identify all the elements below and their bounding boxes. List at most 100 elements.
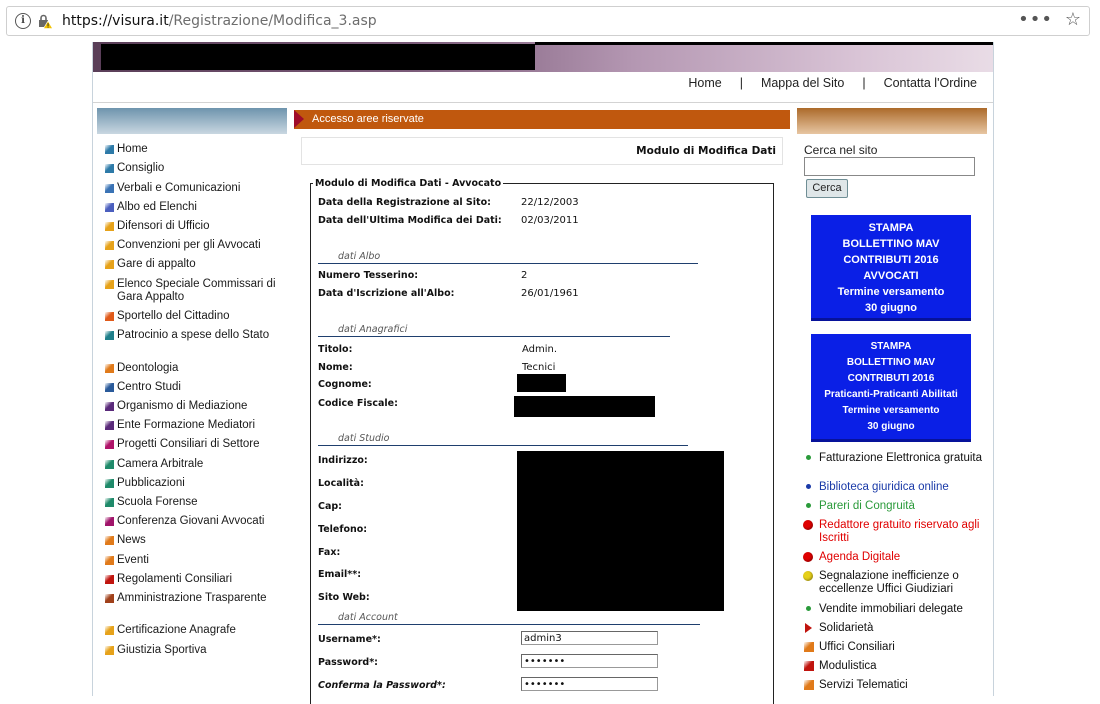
sidebar-item[interactable]: Camera Arbitrale (103, 458, 287, 471)
search-label: Cerca nel sito (804, 143, 878, 157)
right-link-label: Pareri di Congruità (819, 500, 915, 512)
sidebar-item-label: Conferenza Giovani Avvocati (117, 515, 265, 527)
search-button[interactable]: Cerca (806, 179, 848, 198)
sidebar-item[interactable]: Gare di appalto (103, 258, 287, 271)
sidebar-item[interactable]: Scuola Forense (103, 496, 287, 509)
sidebar-item-label: News (117, 534, 146, 546)
sidebar-item[interactable]: Verbali e Comunicazioni (103, 182, 287, 195)
username-input[interactable]: admin3 (521, 631, 658, 645)
password-input[interactable]: ••••••• (521, 654, 658, 668)
redacted-codice-fiscale (514, 396, 655, 417)
topnav-separator: | (862, 76, 866, 90)
username-label: Username*: (318, 634, 381, 645)
sidebar-item-label: Certificazione Anagrafe (117, 624, 236, 636)
form-legend: Modulo di Modifica Dati - Avvocato (313, 178, 504, 189)
page-container: Home | Mappa del Sito | Contatta l'Ordine Ho… (92, 42, 994, 704)
sidebar-item[interactable]: Progetti Consiliari di Settore (103, 438, 287, 451)
sidebar-item-label: Giustizia Sportiva (117, 644, 207, 656)
right-link[interactable]: Vendite immobiliari delegate (799, 603, 989, 616)
sidebar-item[interactable]: Centro Studi (103, 381, 287, 394)
mav-line: BOLLETTINO MAV (846, 357, 936, 368)
bullet-dot-icon (806, 484, 811, 489)
right-link[interactable]: Agenda Digitale (799, 551, 989, 564)
email-label: Email**: (318, 569, 362, 580)
bullet-ball-icon (803, 571, 813, 581)
codice-fiscale-label: Codice Fiscale: (318, 398, 398, 409)
bullet-ball-icon (803, 520, 813, 530)
address-bar[interactable]: i https://visura.it/Registrazione/Modifi… (6, 6, 1090, 36)
topnav-sitemap[interactable]: Mappa del Sito (761, 76, 844, 90)
sidebar-item[interactable]: Giustizia Sportiva (103, 644, 287, 657)
sidebar-item[interactable]: Difensori di Ufficio (103, 220, 287, 233)
topnav-home[interactable]: Home (688, 76, 721, 90)
sidebar-item-label: Convenzioni per gli Avvocati (117, 239, 261, 251)
sidebar-item-label: Organismo di Mediazione (117, 400, 248, 412)
right-link[interactable]: Segnalazione inefficienze o eccellenze U… (799, 570, 989, 596)
right-link-label: Servizi Telematici (819, 679, 908, 691)
sidebar-item[interactable]: Deontologia (103, 362, 287, 375)
bullet-square-icon (105, 556, 114, 565)
sidebar-item[interactable]: Regolamenti Consiliari (103, 573, 287, 586)
right-link[interactable]: Fatturazione Elettronica gratuita (799, 452, 989, 465)
sidebar-item-label: Eventi (117, 554, 149, 566)
info-icon[interactable]: i (15, 13, 31, 29)
bullet-square-icon (105, 203, 114, 212)
sidebar-item-label: Ente Formazione Mediatori (117, 419, 256, 431)
confirm-password-input[interactable]: ••••••• (521, 677, 658, 691)
sidebar-item[interactable]: Patrocinio a spese dello Stato (103, 329, 287, 342)
bullet-square-icon (105, 222, 114, 231)
confirm-password-label: Conferma la Password*: (318, 680, 446, 691)
sidebar-item[interactable]: Albo ed Elenchi (103, 201, 287, 214)
sidebar-item-label: Elenco Speciale Commissari di Gara Appal… (117, 278, 276, 303)
titolo-label: Titolo: (318, 344, 353, 355)
right-link[interactable]: Servizi Telematici (799, 679, 989, 692)
sidebar-item-label: Home (117, 143, 148, 155)
url-text[interactable]: https://visura.it/Registrazione/Modifica… (62, 13, 377, 29)
sidebar-item[interactable]: Conferenza Giovani Avvocati (103, 515, 287, 528)
right-link[interactable]: Uffici Consiliari (799, 641, 989, 654)
sidebar-item[interactable]: Organismo di Mediazione (103, 400, 287, 413)
sidebar-item[interactable]: Sportello del Cittadino (103, 310, 287, 323)
lock-warning-icon[interactable] (37, 13, 53, 29)
topnav-contact[interactable]: Contatta l'Ordine (884, 76, 977, 90)
sidebar-item[interactable]: Certificazione Anagrafe (103, 624, 287, 637)
bullet-square-icon (105, 421, 114, 430)
right-link-label: Biblioteca giuridica online (819, 481, 949, 493)
bullet-square-icon (804, 661, 814, 671)
sidebar-item-label: Consiglio (117, 162, 165, 174)
sidebar-item-label: Amministrazione Trasparente (117, 592, 267, 604)
right-link[interactable]: Redattore gratuito riservato agli Iscrit… (799, 519, 989, 545)
more-icon[interactable]: ••• (1018, 9, 1053, 30)
sidebar-item-label: Regolamenti Consiliari (117, 573, 233, 585)
section-dati-albo: dati Albo (318, 251, 698, 264)
right-link[interactable]: Biblioteca giuridica online (799, 481, 989, 494)
right-link-label: Vendite immobiliari delegate (819, 603, 963, 615)
divider (93, 102, 993, 103)
sidebar-item[interactable]: Consiglio (103, 162, 287, 175)
sidebar-item[interactable]: Eventi (103, 554, 287, 567)
mav-avvocati-banner[interactable]: STAMPA BOLLETTINO MAV CONTRIBUTI 2016 AVVOC… (811, 215, 971, 321)
search-input[interactable] (804, 157, 975, 176)
sidebar-item-label: Camera Arbitrale (117, 458, 204, 470)
sidebar-item-label: Progetti Consiliari di Settore (117, 438, 260, 450)
sidebar-item[interactable]: Amministrazione Trasparente (103, 592, 287, 605)
mav-line: CONTRIBUTI 2016 (847, 373, 935, 384)
fax-label: Fax: (318, 547, 341, 558)
top-navigation: Home | Mappa del Sito | Contatta l'Ordine (688, 76, 977, 90)
sidebar-item[interactable]: News (103, 534, 287, 547)
sidebar-item[interactable]: Elenco Speciale Commissari di Gara Appal… (103, 278, 287, 304)
right-link[interactable]: Modulistica (799, 660, 989, 673)
sidebar-item[interactable]: Home (103, 143, 287, 156)
sidebar-item[interactable]: Convenzioni per gli Avvocati (103, 239, 287, 252)
sidebar-item-label: Patrocinio a spese dello Stato (117, 329, 270, 341)
mav-praticanti-banner[interactable]: STAMPA BOLLETTINO MAV CONTRIBUTI 2016 Prati… (811, 334, 971, 442)
star-icon[interactable]: ☆ (1065, 9, 1081, 30)
sidebar-item[interactable]: Pubblicazioni (103, 477, 287, 490)
left-column-header (97, 108, 287, 134)
sidebar-item[interactable]: Ente Formazione Mediatori (103, 419, 287, 432)
bullet-square-icon (804, 642, 814, 652)
right-link[interactable]: Solidarietà (799, 622, 989, 635)
redacted-logo (101, 44, 535, 70)
right-link[interactable]: Pareri di Congruità (799, 500, 989, 513)
bullet-square-icon (105, 517, 114, 526)
